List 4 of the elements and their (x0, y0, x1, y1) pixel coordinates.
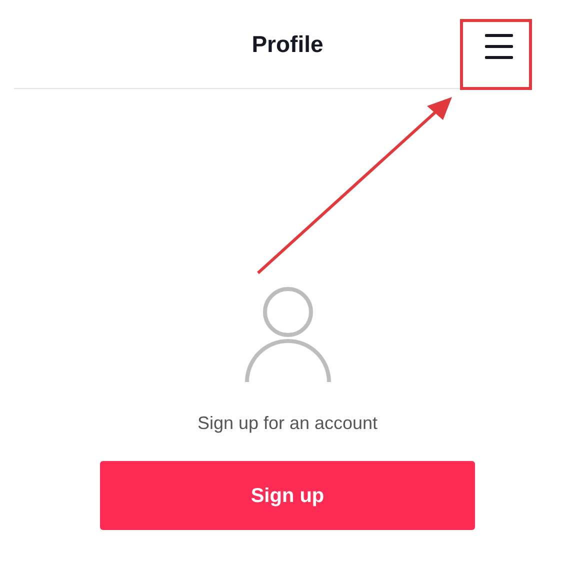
page-title: Profile (252, 30, 324, 59)
highlight-box (460, 19, 532, 90)
signup-prompt: Sign up for an account (197, 412, 378, 435)
sign-up-button[interactable]: Sign up (100, 461, 475, 530)
